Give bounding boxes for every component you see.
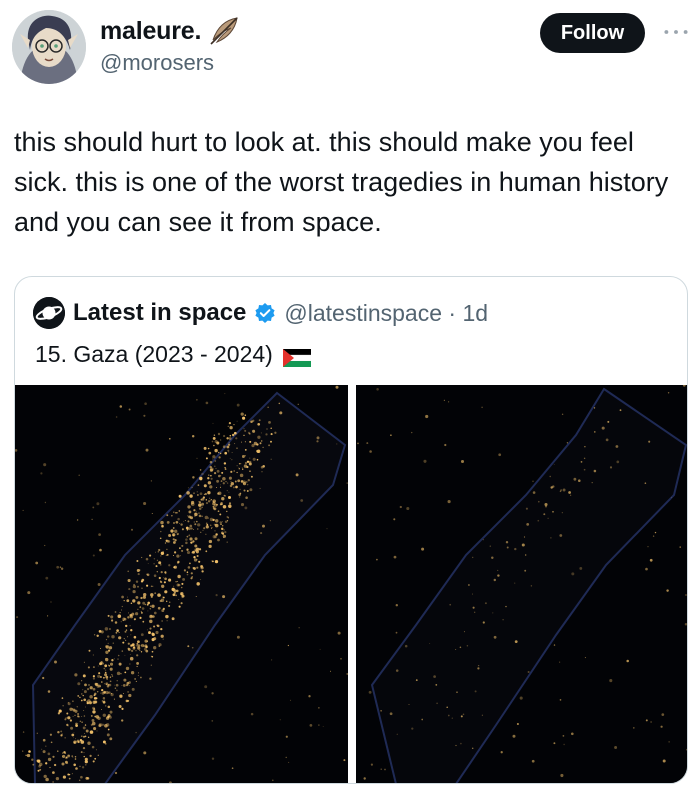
quoted-tweet-text: 15. Gaza (2023 - 2024) <box>35 341 273 367</box>
tweet-text: this should hurt to look at. this should… <box>14 127 669 237</box>
more-horizontal-icon[interactable] <box>660 18 692 46</box>
quoted-tweet-header: Latest in space @latestinspace · 1d <box>33 297 488 329</box>
verified-badge-icon <box>254 302 276 324</box>
author-name-text[interactable]: maleure. <box>100 17 201 46</box>
author-handle[interactable]: @morosers <box>100 50 214 76</box>
author-avatar[interactable] <box>12 10 86 84</box>
planet-logo-icon[interactable] <box>33 297 65 329</box>
palestine-flag-icon <box>282 346 311 367</box>
satellite-image-2023[interactable] <box>15 385 348 783</box>
quill-emoji-icon <box>207 16 241 46</box>
quoted-handle-time[interactable]: @latestinspace · 1d <box>284 300 488 327</box>
quoted-tweet-card[interactable]: Latest in space @latestinspace · 1d 15. … <box>14 276 688 784</box>
satellite-image-2024[interactable] <box>356 385 687 783</box>
author-display-name[interactable]: maleure. <box>100 16 241 46</box>
quoted-author-name[interactable]: Latest in space <box>73 299 246 327</box>
quoted-tweet-text-row: 15. Gaza (2023 - 2024) <box>35 341 311 368</box>
follow-button[interactable]: Follow <box>540 13 645 53</box>
